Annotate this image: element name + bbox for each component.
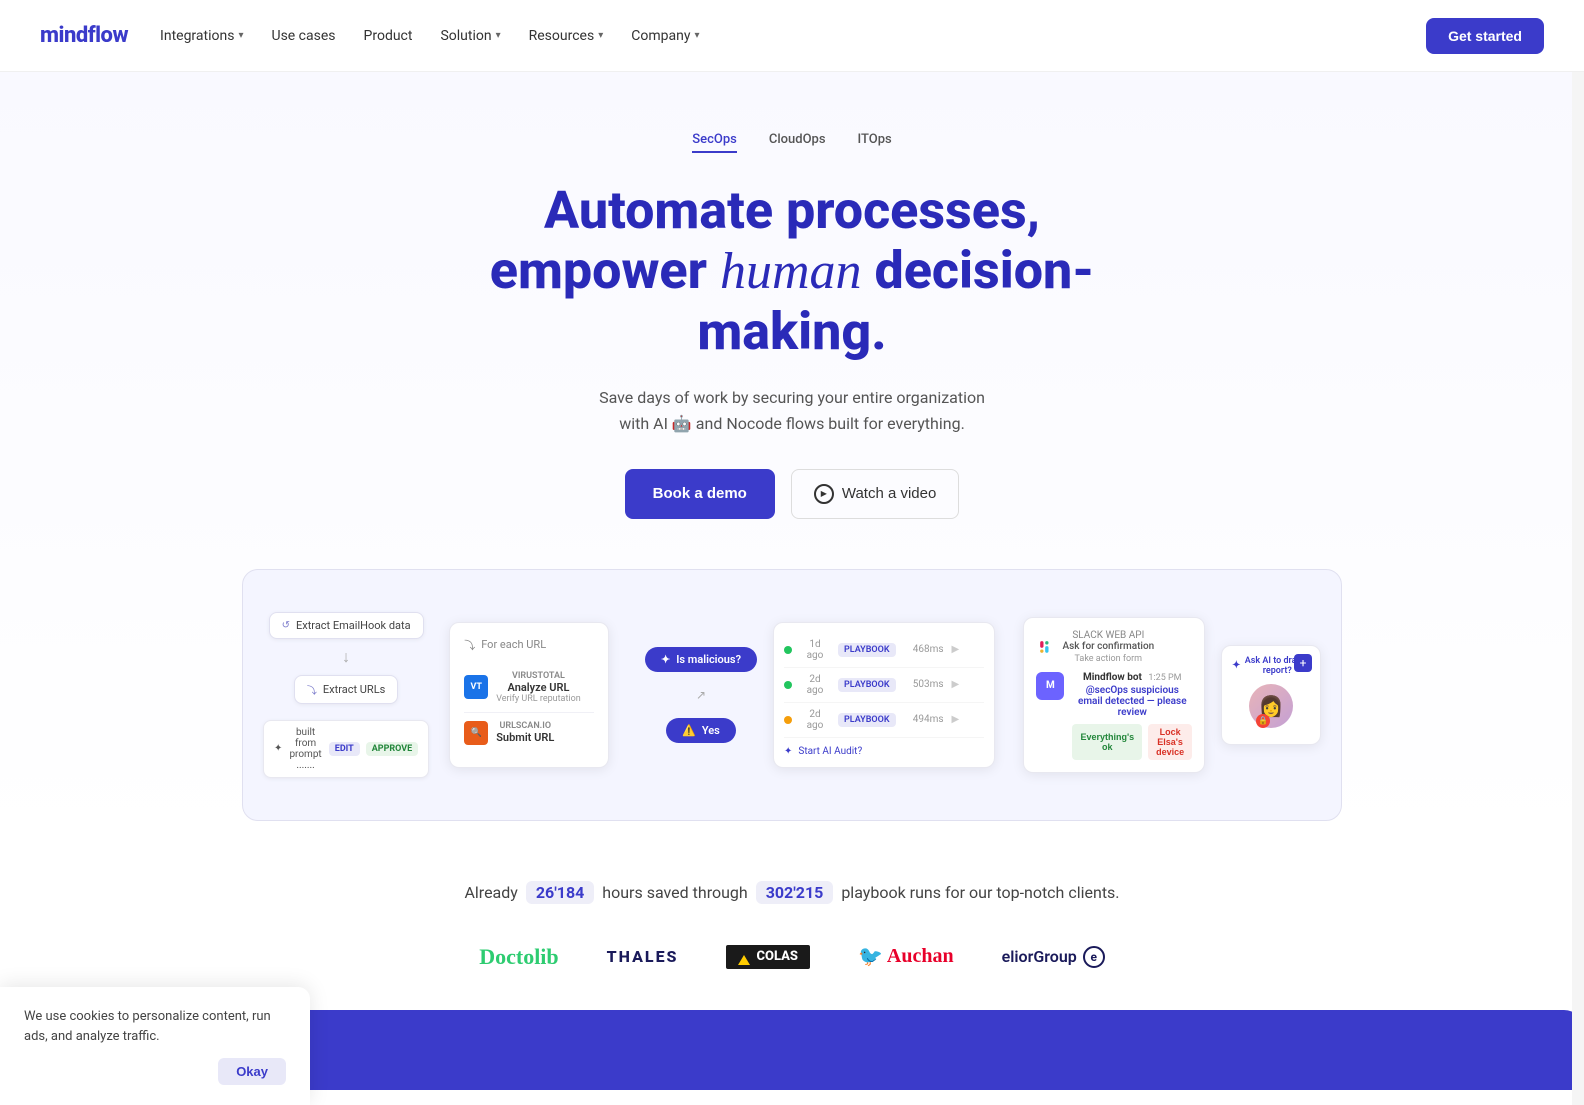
- sparkle-icon: ✦: [1232, 660, 1240, 671]
- sparkle-icon: ✦: [274, 743, 282, 754]
- logo-auchan: 🐦 Auchan: [858, 944, 954, 969]
- arrow-down: ↓: [342, 647, 350, 667]
- tab-itops[interactable]: ITOps: [858, 132, 892, 153]
- decision-yes: ⚠️ Yes: [666, 718, 736, 743]
- hero-content: SecOps CloudOps ITOps Automate processes…: [0, 72, 1584, 841]
- tab-cloudops[interactable]: CloudOps: [769, 132, 826, 153]
- playbook-table: 1d ago PLAYBOOK 468ms ▶ 2d ago PLAYBOOK …: [773, 622, 995, 768]
- service-urlscan: 🔍 URLSCAN.IO Submit URL: [464, 713, 594, 753]
- colas-diamond: [738, 949, 750, 965]
- loop-icon: ⤵: [464, 637, 475, 653]
- logo-thales: THALES: [607, 947, 679, 966]
- logo[interactable]: mindflow: [40, 23, 128, 48]
- hero-tabs: SecOps CloudOps ITOps: [40, 132, 1544, 153]
- nav-links: Integrations ▾ Use cases Product Solutio…: [160, 28, 699, 44]
- bot-avatar: M: [1036, 672, 1064, 700]
- status-dot-ok: [784, 646, 792, 654]
- slack-panel: SLACK WEB API Ask for confirmation Take …: [1023, 617, 1205, 773]
- row-expand[interactable]: ▶: [952, 679, 960, 690]
- auchan-bird-icon: 🐦: [858, 944, 883, 969]
- chevron-down-icon: ▾: [496, 30, 501, 41]
- loop-icon: ⤵: [307, 682, 317, 697]
- nav-company[interactable]: Company ▾: [631, 28, 699, 44]
- bot-action-buttons: Everything's ok Lock Elsa's device: [1072, 724, 1192, 760]
- hours-highlight: 26'184: [526, 881, 594, 904]
- approve-button[interactable]: APPROVE: [366, 742, 418, 756]
- bot-message: M Mindflow bot 1:25 PM @secOps suspiciou…: [1036, 672, 1192, 760]
- nav-integrations[interactable]: Integrations ▾: [160, 28, 243, 44]
- bot-content: Mindflow bot 1:25 PM @secOps suspicious …: [1072, 672, 1192, 760]
- chevron-down-icon: ▾: [694, 30, 699, 41]
- hero-cta-buttons: Book a demo ▶ Watch a video: [40, 469, 1544, 519]
- stats-section: Already 26'184 hours saved through 302'2…: [0, 841, 1584, 924]
- lock-badge: 🔒: [1256, 714, 1270, 728]
- watch-video-button[interactable]: ▶ Watch a video: [791, 469, 960, 519]
- chevron-down-icon: ▾: [238, 30, 243, 41]
- nav-product[interactable]: Product: [364, 28, 413, 44]
- flow-node-urls: ⤵ Extract URLs: [294, 675, 398, 704]
- stats-text: Already 26'184 hours saved through 302'2…: [40, 881, 1544, 904]
- ai-audit-link[interactable]: ✦ Start AI Audit?: [784, 746, 984, 757]
- service-virustotal: VT VIRUSTOTAL Analyze URL Verify URL rep…: [464, 663, 594, 713]
- hero-title: Automate processes, empower human decisi…: [442, 181, 1142, 361]
- service-virustotal-text: VIRUSTOTAL Analyze URL Verify URL reputa…: [496, 671, 580, 704]
- decision-nodes: ✦ Is malicious? ↗ ⚠️ Yes: [645, 647, 757, 743]
- playbook-row-3: 2d ago PLAYBOOK 494ms ▶: [784, 703, 984, 738]
- slack-icon: [1036, 637, 1056, 657]
- slack-meta: SLACK WEB API Ask for confirmation Take …: [1062, 630, 1154, 664]
- logo-doctolib: Doctolib: [479, 944, 558, 970]
- status-dot-ok: [784, 681, 792, 689]
- runs-highlight: 302'215: [756, 881, 834, 904]
- flow-node-emailhook: ↺ Extract EmailHook data: [269, 612, 424, 639]
- playbook-row-2: 2d ago PLAYBOOK 503ms ▶: [784, 668, 984, 703]
- demo-inner: ↺ Extract EmailHook data ↓ ⤵ Extract URL…: [263, 590, 1321, 800]
- loop-icon: ↺: [282, 620, 290, 631]
- service-urlscan-text: URLSCAN.IO Submit URL: [496, 721, 554, 744]
- navbar-left: mindflow Integrations ▾ Use cases Produc…: [40, 23, 699, 48]
- status-dot-warning: [784, 716, 792, 724]
- card-title: ⤵ For each URL: [464, 637, 594, 653]
- decision-malicious: ✦ Is malicious?: [645, 647, 757, 672]
- service-card: ⤵ For each URL VT VIRUSTOTAL Analyze URL…: [449, 622, 609, 768]
- sparkle-icon: ✦: [784, 746, 792, 757]
- slack-header: SLACK WEB API Ask for confirmation Take …: [1036, 630, 1192, 664]
- nav-solution[interactable]: Solution ▾: [440, 28, 500, 44]
- book-demo-button[interactable]: Book a demo: [625, 469, 775, 519]
- bot-text: @secOps suspicious email detected — plea…: [1072, 685, 1192, 718]
- scrollbar[interactable]: [1572, 0, 1584, 1105]
- logo-eliorg: eliorGroup e: [1002, 946, 1105, 968]
- eliorg-icon: e: [1083, 946, 1105, 968]
- playbook-row-1: 1d ago PLAYBOOK 468ms ▶: [784, 633, 984, 668]
- play-icon: ▶: [814, 484, 834, 504]
- hero-subtitle: Save days of work by securing your entir…: [552, 385, 1032, 436]
- navbar: mindflow Integrations ▾ Use cases Produc…: [0, 0, 1584, 72]
- cookie-text: We use cookies to personalize content, r…: [24, 1007, 286, 1046]
- plus-button[interactable]: +: [1294, 654, 1312, 672]
- cookie-banner: We use cookies to personalize content, r…: [0, 987, 310, 1105]
- ai-avatar-area: 👩 🔒: [1232, 684, 1310, 728]
- ok-button[interactable]: Everything's ok: [1072, 724, 1142, 760]
- hero-section: SecOps CloudOps ITOps Automate processes…: [0, 72, 1584, 841]
- prompt-badge: ✦ built from prompt ....... EDIT APPROVE: [263, 720, 429, 778]
- warning-icon: ⚠️: [682, 724, 696, 737]
- chevron-down-icon: ▾: [598, 30, 603, 41]
- curved-arrow: ↗: [696, 688, 706, 702]
- logo-colas: COLAS: [726, 945, 810, 969]
- nav-use-cases[interactable]: Use cases: [271, 28, 335, 44]
- demo-visual: ↺ Extract EmailHook data ↓ ⤵ Extract URL…: [242, 569, 1342, 821]
- lock-device-button[interactable]: Lock Elsa's device: [1148, 724, 1192, 760]
- get-started-button[interactable]: Get started: [1426, 18, 1544, 54]
- flow-left: ↺ Extract EmailHook data ↓ ⤵ Extract URL…: [263, 612, 429, 778]
- ai-panel: ✦ Ask AI to draft a report? 👩 🔒 +: [1221, 645, 1321, 745]
- edit-button[interactable]: EDIT: [329, 742, 360, 756]
- cookie-okay-button[interactable]: Okay: [218, 1058, 286, 1085]
- row-expand[interactable]: ▶: [952, 714, 960, 725]
- prompt-area: ✦ built from prompt ....... EDIT APPROVE: [263, 720, 429, 778]
- tab-secops[interactable]: SecOps: [692, 132, 737, 153]
- urlscan-logo: 🔍: [464, 721, 488, 745]
- row-expand[interactable]: ▶: [952, 644, 960, 655]
- virustotal-logo: VT: [464, 675, 488, 699]
- ai-icon: ✦: [661, 653, 670, 666]
- nav-resources[interactable]: Resources ▾: [529, 28, 604, 44]
